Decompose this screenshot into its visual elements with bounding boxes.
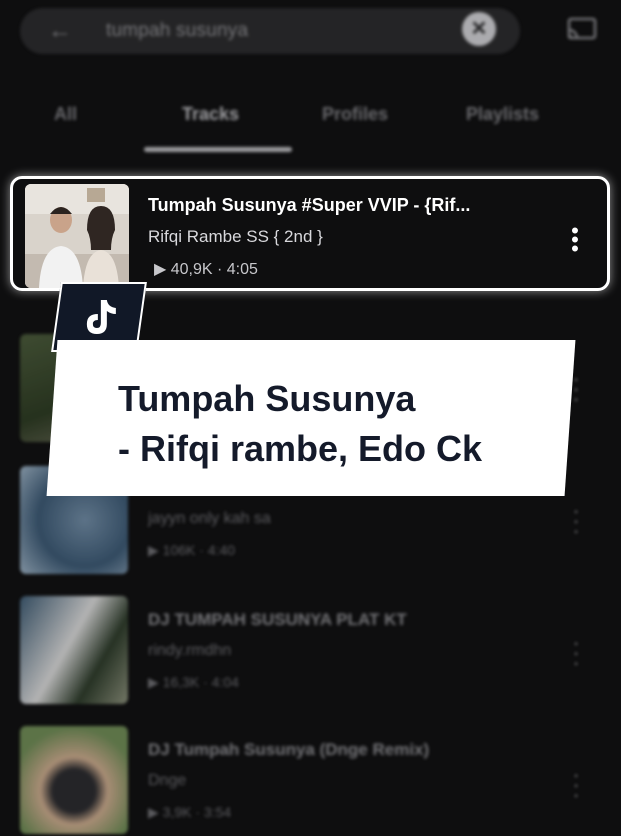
track-artist: Dnge (148, 772, 187, 789)
track-thumbnail (20, 726, 128, 834)
tab-profiles[interactable]: Profiles (322, 104, 388, 125)
track-title: DJ Tumpah Susunya (Dnge Remix) (148, 740, 430, 759)
track-meta: ▶ 3,9K · 3:54 (148, 804, 232, 820)
more-options-icon[interactable]: · · · (570, 764, 582, 806)
tab-tracks[interactable]: Tracks (182, 104, 239, 125)
cast-icon[interactable] (566, 16, 598, 42)
track-thumbnail (20, 596, 128, 704)
track-row[interactable]: DJ TUMPAH SUSUNYA PLAT KT rindy.rmdhn ▶ … (0, 596, 621, 706)
tab-playlists[interactable]: Playlists (466, 104, 539, 125)
more-options-icon[interactable]: · · · (570, 632, 582, 674)
tab-all[interactable]: All (54, 104, 77, 125)
tiktok-icon (86, 300, 116, 334)
track-title: DJ TUMPAH SUSUNYA PLAT KT (148, 610, 407, 629)
back-arrow-icon[interactable]: ← (48, 18, 74, 44)
search-query[interactable]: tumpah susunya (106, 20, 248, 42)
track-artist: jayyn only kah sa (148, 510, 271, 527)
highlighted-track-meta: ▶ 40,9K · 4:05 (154, 261, 258, 278)
highlighted-track-title[interactable]: Tumpah Susunya #Super VVIP - {Rif... (148, 195, 470, 216)
highlighted-track-artist: Rifqi Rambe SS { 2nd } (148, 227, 323, 246)
more-options-icon[interactable]: • • • (569, 220, 581, 260)
active-tab-indicator (144, 147, 292, 152)
caption-text: Tumpah Susunya - Rifqi rambe, Edo Ck (118, 378, 483, 469)
highlighted-track-thumbnail (25, 184, 129, 288)
track-artist: rindy.rmdhn (148, 642, 232, 659)
track-meta: ▶ 106K · 4:40 (148, 542, 236, 558)
track-row[interactable]: DJ Tumpah Susunya (Dnge Remix) Dnge ▶ 3,… (0, 726, 621, 836)
track-meta: ▶ 16,3K · 4:04 (148, 674, 239, 690)
more-options-icon[interactable]: · · · (570, 500, 582, 542)
search-bar[interactable] (20, 8, 520, 54)
clear-search-button[interactable]: ✕ (462, 12, 496, 46)
